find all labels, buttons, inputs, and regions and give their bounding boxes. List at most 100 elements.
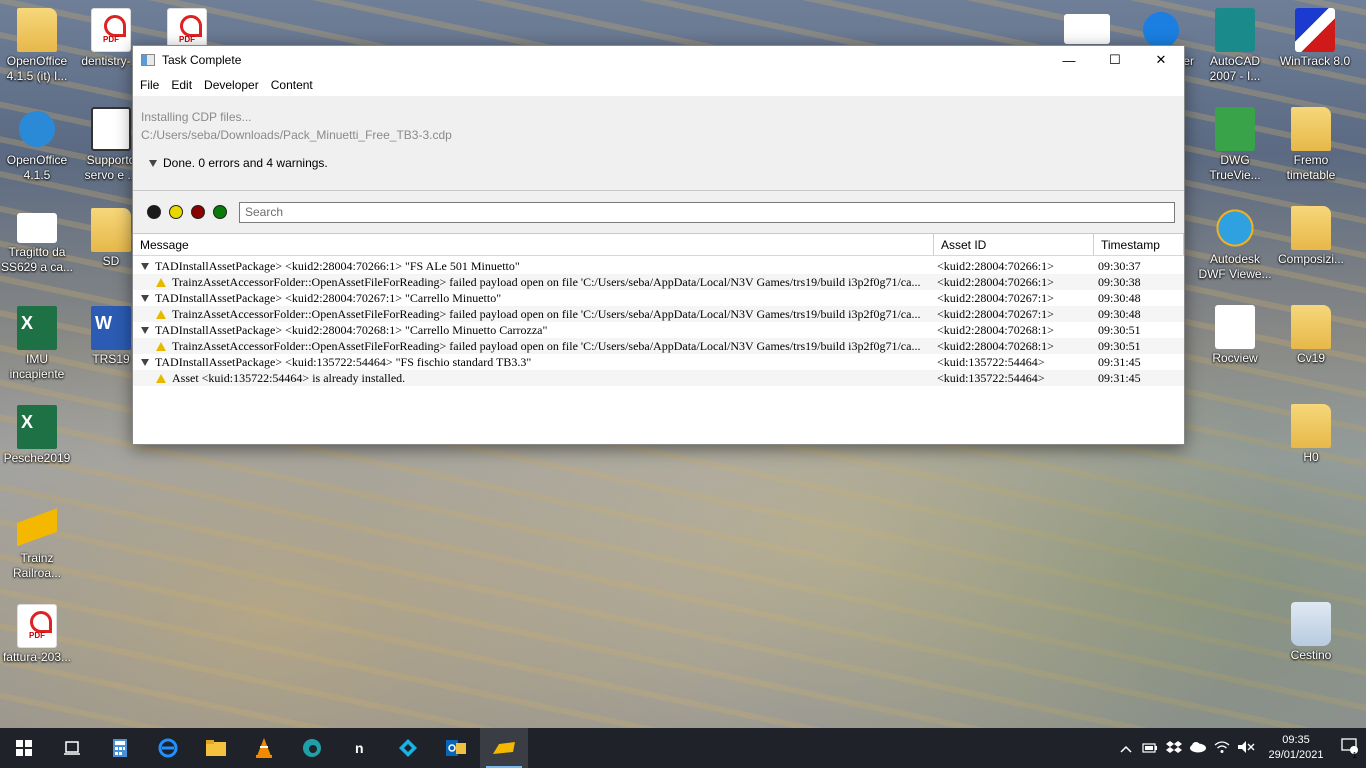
trainz-taskbar-button[interactable] <box>480 728 528 768</box>
desktop-icon-trainz[interactable]: Trainz Railroa... <box>0 505 74 581</box>
row-timestamp: 09:30:51 <box>1098 339 1141 353</box>
row-asset-id: <kuid2:28004:70266:1> <box>937 259 1054 273</box>
row-message: TrainzAssetAccessorFolder::OpenAssetFile… <box>172 339 921 353</box>
battery-icon[interactable] <box>1138 741 1162 756</box>
chevron-up-icon[interactable] <box>1114 741 1138 756</box>
close-button[interactable]: ✕ <box>1138 46 1184 74</box>
title-bar[interactable]: Task Complete — ☐ ✕ <box>133 46 1184 74</box>
expand-triangle-icon[interactable] <box>141 326 149 334</box>
rocrail-icon <box>1215 305 1255 349</box>
table-row[interactable]: Asset <kuid:135722:54464> is already ins… <box>133 370 1184 386</box>
row-asset-id: <kuid2:28004:70267:1> <box>937 291 1054 305</box>
desktop-icon-openoffice[interactable]: OpenOffice 4.1.5 <box>0 107 74 183</box>
dropbox-icon[interactable] <box>1162 740 1186 757</box>
task-complete-window: Task Complete — ☐ ✕ File Edit Developer … <box>132 45 1185 445</box>
menu-content[interactable]: Content <box>271 78 313 92</box>
action-center-button[interactable]: 1 <box>1334 738 1366 760</box>
minimize-button[interactable]: — <box>1046 46 1092 74</box>
calculator-taskbar-button[interactable] <box>96 728 144 768</box>
desktop-icon-partial-blank[interactable] <box>1050 14 1124 46</box>
desktop-icon-label: fattura-203... <box>2 650 72 664</box>
desktop-icon-imu[interactable]: IMU incapiente <box>0 306 74 382</box>
desktop-icon-composizi[interactable]: Composizi... <box>1274 206 1348 267</box>
row-timestamp: 09:30:48 <box>1098 291 1141 305</box>
column-header-asset-id[interactable]: Asset ID <box>934 234 1094 255</box>
volume-muted-icon[interactable] <box>1234 740 1258 757</box>
row-asset-id: <kuid:135722:54464> <box>937 355 1045 369</box>
search-input[interactable] <box>239 201 1175 223</box>
desktop-icon-tragitto[interactable]: Tragitto da SS629 a ca... <box>0 213 74 275</box>
notion-taskbar-button[interactable]: n <box>336 728 384 768</box>
n-app-icon: n <box>351 739 369 757</box>
menu-edit[interactable]: Edit <box>171 78 192 92</box>
ie-taskbar-button[interactable] <box>144 728 192 768</box>
row-asset-id: <kuid:135722:54464> <box>937 371 1045 385</box>
desktop-icon-dwf-viewer[interactable]: Autodesk DWF Viewe... <box>1198 206 1272 282</box>
expand-triangle-icon[interactable] <box>141 294 149 302</box>
desktop-icon-pesche2019[interactable]: Pesche2019 <box>0 405 74 466</box>
desktop-icon-label: Trainz Railroa... <box>12 551 62 580</box>
folder-icon <box>1291 206 1331 250</box>
desktop-icon-fremo[interactable]: Fremo timetable <box>1274 107 1348 183</box>
row-timestamp: 09:31:45 <box>1098 355 1141 369</box>
table-row[interactable]: TADInstallAssetPackage> <kuid2:28004:702… <box>133 290 1184 306</box>
edge-taskbar-button[interactable] <box>288 728 336 768</box>
wintrack-icon <box>1295 8 1335 52</box>
expand-triangle-icon[interactable] <box>141 262 149 270</box>
clock[interactable]: 09:35 29/01/2021 <box>1258 733 1334 763</box>
task-view-button[interactable] <box>48 728 96 768</box>
start-button[interactable] <box>0 728 48 768</box>
row-message: TADInstallAssetPackage> <kuid2:28004:702… <box>155 291 502 305</box>
table-row[interactable]: TADInstallAssetPackage> <kuid2:28004:702… <box>133 258 1184 274</box>
menu-developer[interactable]: Developer <box>204 78 259 92</box>
system-tray: 09:35 29/01/2021 1 <box>1114 728 1366 768</box>
onedrive-cloud-icon[interactable] <box>1186 741 1210 756</box>
desktop-icon-openoffice-it[interactable]: OpenOffice 4.1.5 (it) I... <box>0 8 74 84</box>
filter-red-dot[interactable] <box>191 205 205 219</box>
row-message: TrainzAssetAccessorFolder::OpenAssetFile… <box>172 275 921 289</box>
column-header-message[interactable]: Message <box>133 234 934 255</box>
kodi-taskbar-button[interactable] <box>384 728 432 768</box>
outlook-icon <box>446 740 466 756</box>
desktop-icon-cv19[interactable]: Cv19 <box>1274 305 1348 366</box>
desktop-icon-recycle-bin[interactable]: Cestino <box>1274 602 1348 663</box>
maximize-button[interactable]: ☐ <box>1092 46 1138 74</box>
table-row[interactable]: TrainzAssetAccessorFolder::OpenAssetFile… <box>133 306 1184 322</box>
table-row[interactable]: TrainzAssetAccessorFolder::OpenAssetFile… <box>133 274 1184 290</box>
warning-icon <box>156 373 166 383</box>
desktop-icon-fattura[interactable]: fattura-203... <box>0 604 74 665</box>
map-icon <box>17 213 57 243</box>
outlook-taskbar-button[interactable] <box>432 728 480 768</box>
expand-triangle-icon[interactable] <box>141 358 149 366</box>
desktop-icon-rocview[interactable]: Rocview <box>1198 305 1272 366</box>
desktop-icon-h0[interactable]: H0 <box>1274 404 1348 465</box>
table-row[interactable]: TADInstallAssetPackage> <kuid:135722:544… <box>133 354 1184 370</box>
wifi-icon[interactable] <box>1210 740 1234 757</box>
column-header-timestamp[interactable]: Timestamp <box>1094 234 1184 255</box>
file-explorer-taskbar-button[interactable] <box>192 728 240 768</box>
desktop-icon-dwg-trueview[interactable]: DWG TrueVie... <box>1198 107 1272 183</box>
clock-time: 09:35 <box>1282 734 1310 746</box>
table-row[interactable]: TADInstallAssetPackage> <kuid2:28004:702… <box>133 322 1184 338</box>
row-asset-id: <kuid2:28004:70267:1> <box>937 307 1054 321</box>
row-message: TADInstallAssetPackage> <kuid2:28004:702… <box>155 323 548 337</box>
desktop-icon-label: OpenOffice 4.1.5 <box>6 153 68 182</box>
table-row[interactable]: TrainzAssetAccessorFolder::OpenAssetFile… <box>133 338 1184 354</box>
desktop-icon-wintrack[interactable]: WinTrack 8.0 <box>1276 8 1354 69</box>
app-icon <box>141 54 155 66</box>
task-view-icon <box>64 741 80 755</box>
desktop-icon-autocad[interactable]: AutoCAD 2007 - I... <box>1198 8 1272 84</box>
filter-green-dot[interactable] <box>213 205 227 219</box>
filter-black-dot[interactable] <box>147 205 161 219</box>
calculator-icon <box>113 739 127 757</box>
row-message: Asset <kuid:135722:54464> is already ins… <box>172 371 406 385</box>
menu-file[interactable]: File <box>140 78 159 92</box>
collapse-triangle-icon <box>149 159 157 167</box>
filter-yellow-dot[interactable] <box>169 205 183 219</box>
desktop-icon-label: Autodesk DWF Viewe... <box>1198 252 1272 281</box>
trainz-icon <box>493 742 515 754</box>
vlc-taskbar-button[interactable] <box>240 728 288 768</box>
desktop-icon-label: WinTrack 8.0 <box>1279 54 1351 68</box>
summary-toggle[interactable]: Done. 0 errors and 4 warnings. <box>149 156 1184 170</box>
warning-icon <box>156 341 166 351</box>
